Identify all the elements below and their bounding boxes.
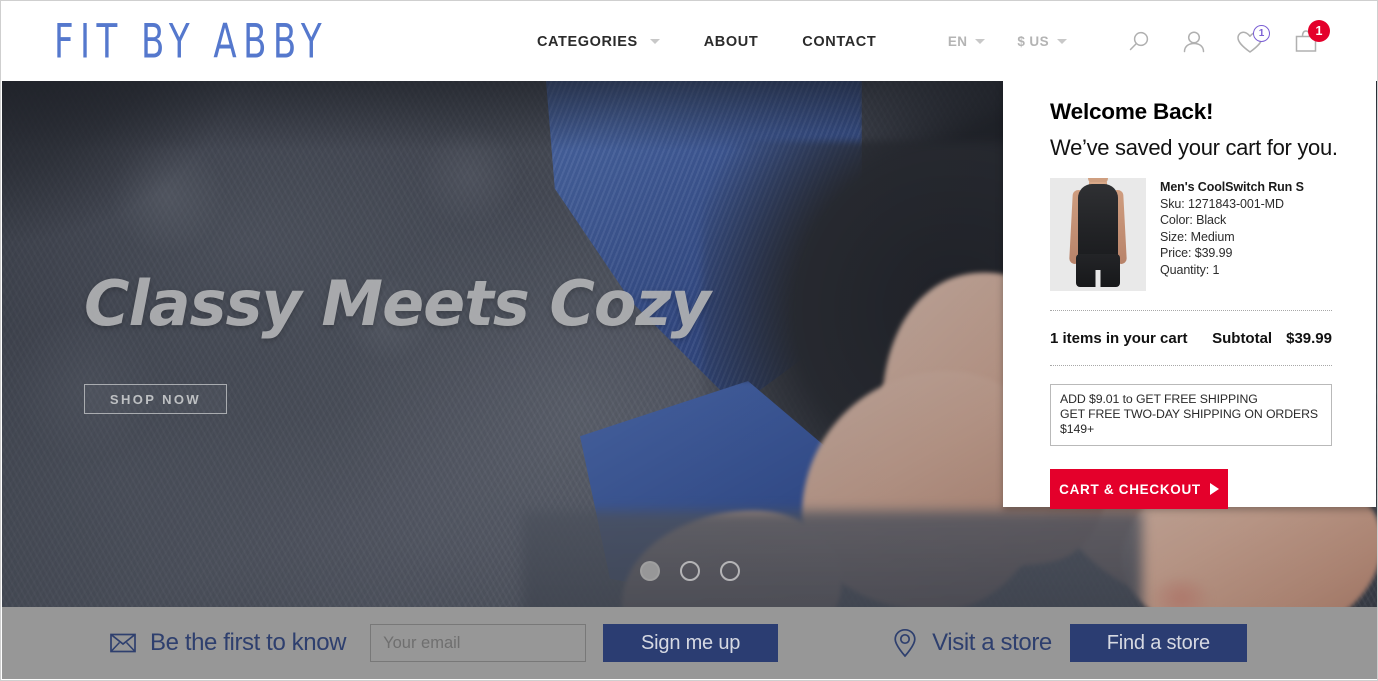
carousel-dot-2[interactable]	[679, 561, 700, 581]
thumb-tank-top	[1078, 184, 1118, 260]
account-icon	[1183, 30, 1205, 52]
saved-cart-panel: Welcome Back! We’ve saved your cart for …	[1003, 81, 1376, 509]
nav-label-about: ABOUT	[703, 33, 759, 50]
carousel-dots	[639, 561, 740, 581]
subtotal-label: Subtotal	[1212, 330, 1273, 347]
currency-label: $ US	[1017, 34, 1049, 49]
product-size: Size: Medium	[1160, 229, 1235, 244]
checkout-button-label: CART & CHECKOUT	[1059, 481, 1201, 497]
sign-me-up-button[interactable]: Sign me up	[603, 624, 779, 662]
carousel-dot-1[interactable]	[639, 561, 660, 581]
cart-subtotal-group: Subtotal $39.99	[1212, 330, 1332, 347]
nav-item-contact[interactable]: CONTACT	[802, 34, 876, 50]
email-input[interactable]	[370, 624, 587, 662]
cart-button[interactable]: 1	[1291, 19, 1330, 57]
subtotal-value: $39.99	[1286, 330, 1332, 347]
shipping-note-line-3: $149+	[1060, 422, 1095, 436]
utility-footer-bar: Be the first to know Sign me up Visit a …	[2, 607, 1377, 679]
product-quantity: Quantity: 1	[1160, 262, 1220, 277]
language-label: EN	[947, 34, 968, 49]
arrow-right-icon	[1209, 483, 1219, 495]
nav-item-about[interactable]: ABOUT	[704, 34, 759, 50]
carousel-dot-3[interactable]	[719, 561, 740, 581]
thumb-leg-gap	[1095, 270, 1101, 291]
divider-bottom	[1050, 365, 1332, 366]
currency-selector[interactable]: $ US	[1017, 34, 1067, 49]
page-root: FIT BY ABBY CATEGORIES ABOUT CONTACT EN …	[0, 0, 1378, 681]
brand-logo[interactable]: FIT BY ABBY	[54, 14, 328, 69]
cart-checkout-button[interactable]: CART & CHECKOUT	[1050, 469, 1228, 509]
chevron-down-icon	[1057, 39, 1067, 44]
cart-product-row[interactable]: Men's CoolSwitch Run S Sku: 1271843-001-…	[1050, 178, 1332, 291]
product-details: Men's CoolSwitch Run S Sku: 1271843-001-…	[1160, 178, 1304, 291]
shipping-note-line-1: ADD $9.01 to GET FREE SHIPPING	[1060, 392, 1258, 406]
cart-panel-subheading: We’ve saved your cart for you.	[1050, 135, 1338, 160]
product-thumbnail[interactable]	[1050, 178, 1146, 291]
cart-items-count: 1 items in your cart	[1050, 330, 1188, 347]
site-header: FIT BY ABBY CATEGORIES ABOUT CONTACT EN …	[2, 2, 1377, 81]
header-icon-group: 1 1	[1123, 19, 1330, 57]
nav-label-contact: CONTACT	[802, 33, 877, 50]
hero-title: Classy Meets Cozy	[84, 267, 711, 340]
chevron-down-icon	[649, 39, 660, 44]
product-color: Color: Black	[1160, 213, 1227, 227]
cart-summary-row: 1 items in your cart Subtotal $39.99	[1050, 311, 1332, 365]
newsletter-label: Be the first to know	[150, 629, 347, 656]
cart-panel-heading: Welcome Back!	[1050, 99, 1214, 124]
store-label: Visit a store	[932, 629, 1052, 656]
cart-count-badge: 1	[1308, 19, 1330, 42]
product-price: Price: $39.99	[1160, 246, 1233, 260]
search-icon	[1129, 31, 1149, 50]
chevron-down-icon	[975, 39, 986, 44]
search-button[interactable]	[1123, 27, 1153, 57]
header-utilities: EN $ US 1 1	[948, 19, 1330, 57]
newsletter-label-group: Be the first to know	[110, 629, 347, 657]
location-pin-icon	[894, 628, 916, 658]
wishlist-button[interactable]: 1	[1235, 24, 1270, 57]
wishlist-count-badge: 1	[1253, 24, 1270, 42]
language-selector[interactable]: EN	[948, 34, 986, 49]
product-sku: Sku: 1271843-001-MD	[1160, 196, 1284, 211]
nav-label-categories: CATEGORIES	[536, 33, 638, 50]
find-a-store-button[interactable]: Find a store	[1069, 624, 1247, 662]
hero-copy: Classy Meets Cozy SHOP NOW	[84, 267, 711, 414]
nav-item-categories[interactable]: CATEGORIES	[537, 34, 660, 50]
shop-now-button[interactable]: SHOP NOW	[84, 384, 227, 414]
account-button[interactable]	[1179, 27, 1209, 57]
free-shipping-notice: ADD $9.01 to GET FREE SHIPPING GET FREE …	[1050, 384, 1332, 446]
store-label-group: Visit a store	[892, 628, 1052, 658]
product-name: Men's CoolSwitch Run S	[1160, 180, 1304, 194]
shipping-note-line-2: GET FREE TWO-DAY SHIPPING ON ORDERS	[1060, 407, 1318, 421]
main-navigation: CATEGORIES ABOUT CONTACT	[537, 34, 876, 50]
envelope-icon	[110, 633, 136, 653]
